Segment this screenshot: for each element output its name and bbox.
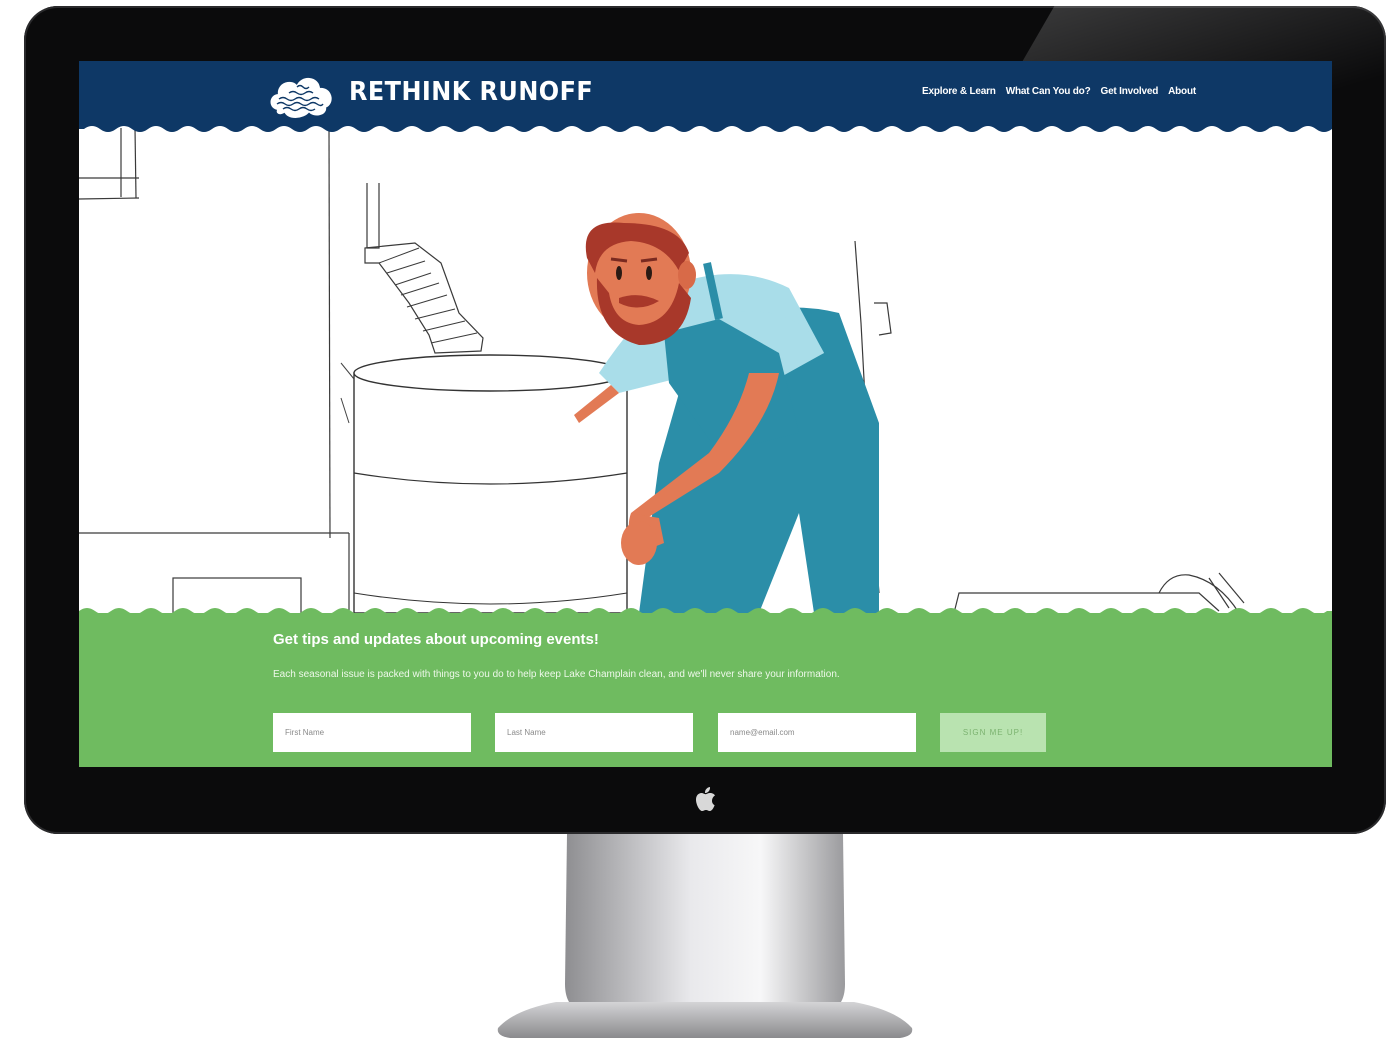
last-name-field[interactable] [495,713,693,752]
nav-explore-learn[interactable]: Explore & Learn [922,86,996,97]
newsletter-signup: Get tips and updates about upcoming even… [79,608,1332,767]
first-name-field[interactable] [273,713,471,752]
site-header: RETHINK RUNOFF Explore & Learn What Can … [79,61,1332,123]
apple-logo-icon [696,787,715,811]
email-field[interactable] [718,713,916,752]
hero-scene [79,127,1245,613]
wave-divider-bottom [79,608,1332,615]
website-screen: RETHINK RUNOFF Explore & Learn What Can … [79,61,1332,767]
wave-divider-top [79,123,1332,132]
sign-me-up-button[interactable]: SIGN ME UP! [940,713,1046,752]
monitor-stand [565,834,845,1012]
nav-about[interactable]: About [1168,86,1196,97]
cloud-logo-icon[interactable] [267,69,339,121]
rain-barrel [340,354,628,613]
nav-what-can-you-do[interactable]: What Can You do? [1006,86,1091,97]
main-nav: Explore & Learn What Can You do? Get Inv… [922,86,1196,97]
signup-description: Each seasonal issue is packed with thing… [273,669,840,680]
hero-illustration [79,123,1332,613]
brand-title[interactable]: RETHINK RUNOFF [349,75,593,109]
signup-title: Get tips and updates about upcoming even… [273,631,599,648]
nav-get-involved[interactable]: Get Involved [1100,86,1158,97]
monitor-foot [497,1002,913,1038]
downspout [366,183,380,249]
